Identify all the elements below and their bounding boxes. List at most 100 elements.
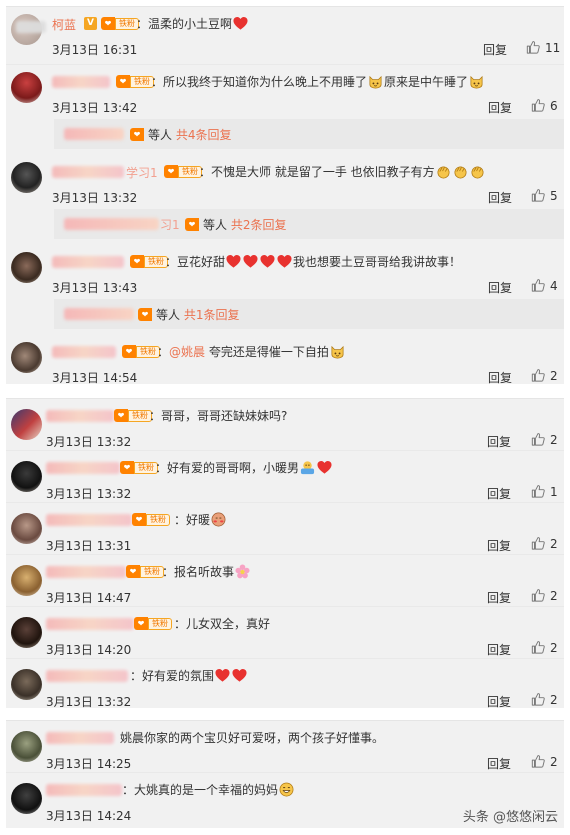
thumbs-up-icon[interactable] [531, 754, 545, 768]
thumbs-up-icon[interactable] [531, 588, 545, 602]
comment-item: ❤ 铁粉 ：儿女双全，真好 3月13日 14:20 回复 2 [6, 607, 564, 659]
username-blurred[interactable] [46, 670, 128, 682]
fan-badge: ❤ 铁粉 [101, 17, 139, 30]
like-count: 2 [550, 755, 558, 769]
fan-badge-icon: ❤ [164, 165, 178, 178]
like-count: 11 [545, 41, 561, 55]
heart-emoji [243, 254, 258, 269]
comment-item: ❤ 铁粉 ：@姚晨 夸完还是得催一下自拍 3月13日 14:54 回复 2 [6, 335, 564, 385]
like-count: 6 [550, 99, 558, 113]
comment-section-2: ❤ 铁粉 ：哥哥，哥哥还缺妹妹吗? 3月13日 13:32 回复 2 ❤ 铁粉 ：好… [6, 398, 564, 710]
username[interactable]: 柯蓝 [52, 16, 76, 33]
comment-item: ❤ 铁粉 ：报名听故事 3月13日 14:47 回复 2 [6, 555, 564, 607]
username-blurred[interactable] [16, 21, 46, 33]
sub-reply-count-link[interactable]: 共4条回复 [176, 128, 232, 142]
reply-button[interactable]: 回复 [487, 537, 511, 554]
sub-reply-summary[interactable]: 习1 ❤ 等人 共2条回复 [54, 209, 564, 239]
thumbs-up-icon[interactable] [526, 40, 540, 54]
avatar[interactable] [11, 461, 42, 492]
thumbs-up-icon[interactable] [531, 536, 545, 550]
comment-time: 3月13日 13:32 [46, 695, 132, 709]
avatar[interactable] [11, 162, 42, 193]
reply-button[interactable]: 回复 [487, 693, 511, 710]
avatar[interactable] [11, 783, 42, 814]
avatar[interactable] [11, 565, 42, 596]
reply-button[interactable]: 回复 [487, 641, 511, 658]
avatar[interactable] [11, 409, 42, 440]
sub-reply-count-link[interactable]: 共1条回复 [184, 308, 240, 322]
comment-time: 3月13日 13:32 [46, 487, 132, 501]
comment-text: 姚晨你家的两个宝贝好可爱呀，两个孩子好懂事。 [120, 731, 385, 745]
thumbs-up-icon[interactable] [531, 98, 545, 112]
username-blurred[interactable] [46, 732, 114, 744]
reply-button[interactable]: 回复 [488, 99, 512, 116]
comment-time: 3月13日 13:43 [52, 281, 138, 295]
reply-button[interactable]: 回复 [488, 279, 512, 296]
reply-button[interactable]: 回复 [488, 369, 512, 386]
reply-button[interactable]: 回复 [483, 41, 507, 58]
sub-reply-summary[interactable]: ❤ 等人 共4条回复 [54, 119, 564, 149]
sub-reply-summary[interactable]: ❤ 等人 共1条回复 [54, 299, 564, 329]
fan-badge-icon: ❤ [120, 461, 134, 474]
thumbs-up-icon[interactable] [531, 188, 545, 202]
thumbs-up-icon[interactable] [531, 692, 545, 706]
reply-button[interactable]: 回复 [487, 589, 511, 606]
fan-badge: ❤ 铁粉 [126, 565, 164, 578]
fan-badge-icon: ❤ [138, 308, 152, 321]
avatar[interactable] [11, 342, 42, 373]
avatar[interactable] [11, 669, 42, 700]
sub-reply-prefix: 等人 [203, 218, 228, 232]
fan-badge-icon: ❤ [130, 255, 144, 268]
thumbs-up-icon[interactable] [531, 640, 545, 654]
comment-time: 3月13日 14:24 [46, 809, 132, 823]
avatar[interactable] [11, 72, 42, 103]
comment-text: ：豆花好甜 我也想要土豆哥哥给我讲故事！ [165, 254, 462, 269]
avatar[interactable] [11, 731, 42, 762]
username-blurred[interactable] [46, 462, 120, 474]
reply-button[interactable]: 回复 [488, 189, 512, 206]
username-blurred[interactable] [46, 410, 114, 422]
mention-link[interactable]: @姚晨 [169, 345, 205, 359]
username-blurred[interactable] [52, 256, 124, 268]
avatar[interactable] [11, 252, 42, 283]
fan-badge: ❤ 铁粉 [122, 345, 160, 358]
thumbs-up-icon[interactable] [531, 368, 545, 382]
username-blurred[interactable] [52, 166, 124, 178]
clap-emoji [436, 164, 451, 179]
fan-badge: ❤ 铁粉 [120, 461, 158, 474]
username-blurred[interactable] [46, 784, 122, 796]
like-count: 2 [550, 589, 558, 603]
like-count: 5 [550, 189, 558, 203]
comment-time: 3月13日 16:31 [52, 43, 138, 57]
avatar[interactable] [11, 513, 42, 544]
username-tail[interactable]: 学习1 [126, 164, 158, 181]
username-blurred[interactable] [52, 76, 110, 88]
comment-text: ：儿女双全，真好 [174, 617, 271, 631]
fan-badge-icon: ❤ [130, 128, 144, 141]
username-blurred[interactable] [46, 514, 132, 526]
username-blurred[interactable] [46, 566, 126, 578]
username-blurred[interactable] [46, 618, 134, 630]
avatar[interactable] [11, 617, 42, 648]
thumbs-up-icon[interactable] [531, 278, 545, 292]
sub-reply-count-link[interactable]: 共2条回复 [231, 218, 287, 232]
comment-text: ：哥哥，哥哥还缺妹妹吗? [149, 409, 288, 423]
reply-button[interactable]: 回复 [487, 433, 511, 450]
comment-text: ：大姚真的是一个幸福的妈妈 [122, 781, 295, 798]
comment-text: ：@姚晨 夸完还是得催一下自拍 [157, 343, 346, 360]
comment-item: ❤ 铁粉 ：所以我终于知道你为什么晚上不用睡了 原来是中午睡了 3月13日 13:4… [6, 65, 564, 115]
thumbs-up-icon[interactable] [531, 432, 545, 446]
comment-item: ❤ 铁粉 ：豆花好甜 我也想要土豆哥哥给我讲故事！ 3月13日 13:43 回复 4 [6, 245, 564, 297]
username-blurred[interactable] [52, 346, 116, 358]
fan-badge-icon: ❤ [134, 617, 148, 630]
comment-text: ：好有爱的哥哥啊，小暖男 [155, 459, 333, 476]
thumbs-up-icon[interactable] [531, 484, 545, 498]
clap-emoji [470, 164, 485, 179]
comment-time: 3月13日 14:25 [46, 757, 132, 771]
heart-emoji [215, 668, 230, 683]
reply-button[interactable]: 回复 [487, 485, 511, 502]
comment-item: 学习1 ❤ 铁粉 ：不愧是大师 就是留了一手 也依旧教子有方 3月13日 13:3… [6, 155, 564, 207]
sub-reply-prefix: 等人 [156, 308, 181, 322]
cat-emoji [469, 74, 484, 89]
reply-button[interactable]: 回复 [487, 755, 511, 772]
